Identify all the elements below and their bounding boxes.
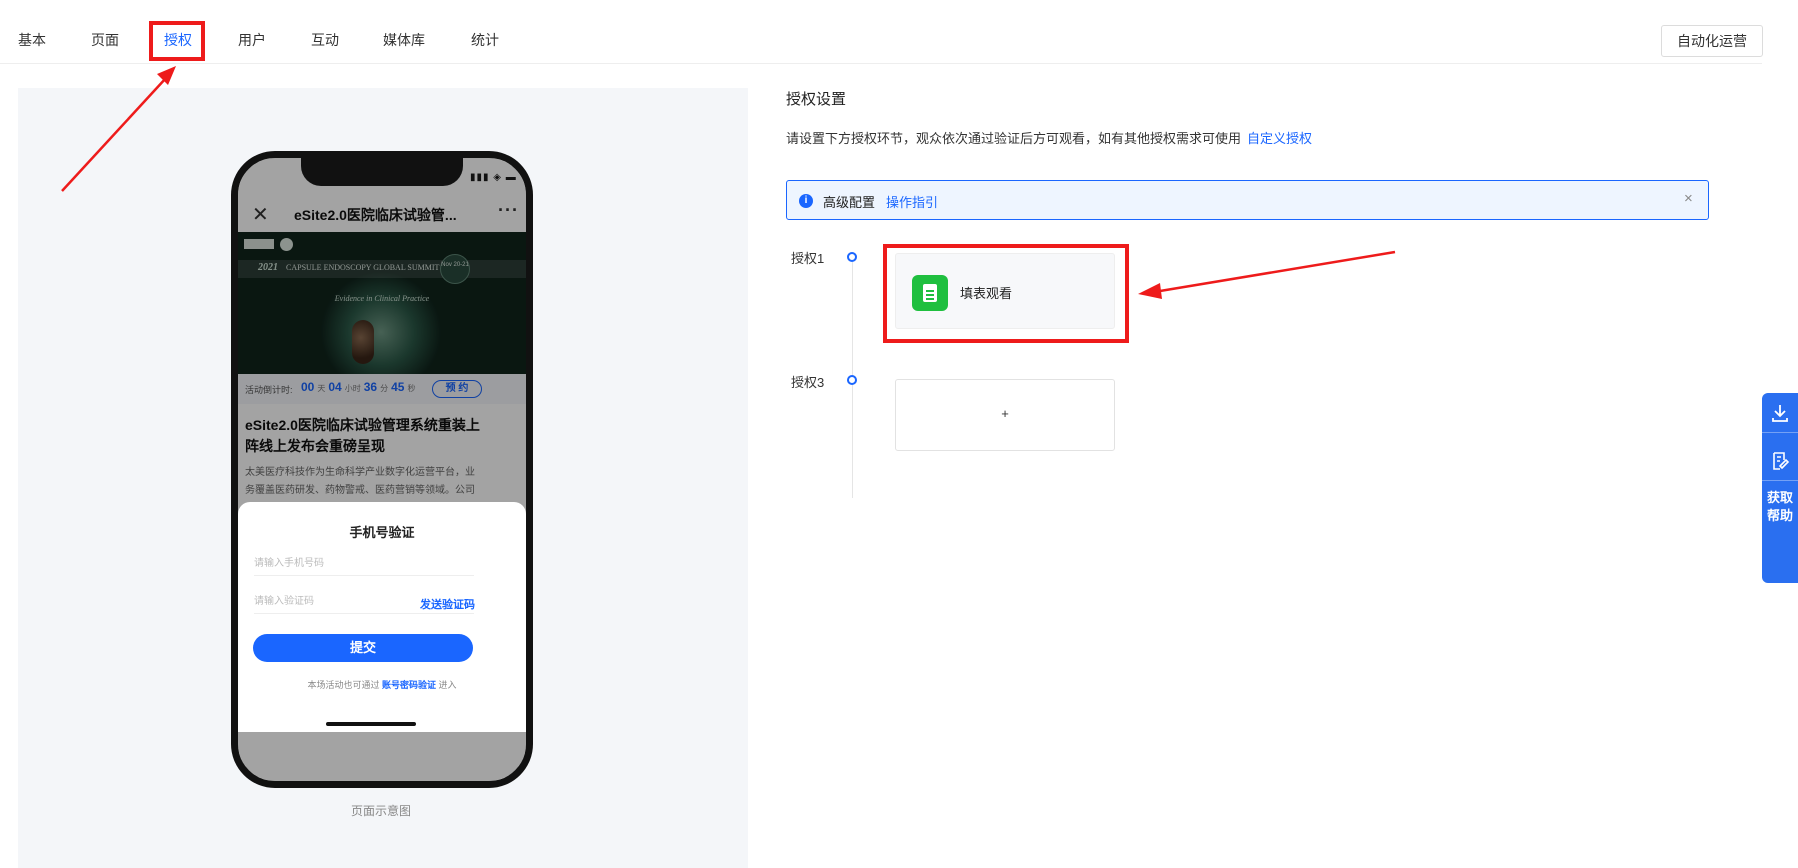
- alt-login-note: 本场活动也可通过 账号密码验证 进入: [307, 680, 457, 690]
- countdown-bar: 活动倒计时: 00 天 04 小时 36 分 45 秒 预 约: [238, 374, 526, 404]
- notice-text: 高级配置: [823, 195, 876, 210]
- plus-icon: +: [1001, 406, 1009, 421]
- guide-link[interactable]: 操作指引: [886, 192, 938, 211]
- send-code-button[interactable]: 发送验证码: [420, 596, 475, 612]
- tab-stats[interactable]: 统计: [471, 28, 499, 52]
- download-icon: [1772, 405, 1788, 422]
- auth-settings-title: 授权设置: [786, 91, 847, 108]
- phone-nav-bar: ✕ eSite2.0医院临床试验管... ···: [238, 196, 526, 232]
- card-highlight-box: [883, 244, 1129, 343]
- phone-notch: [301, 158, 463, 186]
- banner-year: 2021: [258, 262, 278, 273]
- verify-title: 手机号验证: [349, 525, 415, 540]
- home-indicator: [326, 722, 416, 726]
- auth-description: 请设置下方授权环节，观众依次通过验证后方可观看，如有其他授权需求可使用 自定义授权: [786, 131, 1313, 146]
- reserve-button[interactable]: 预 约: [432, 380, 482, 398]
- tab-media-library[interactable]: 媒体库: [383, 28, 425, 52]
- phone-number-input[interactable]: 请输入手机号码: [254, 552, 474, 576]
- preview-panel: ▮▮▮ ◈ ▬ ✕ eSite2.0医院临床试验管... ··· 2021 CA…: [18, 88, 748, 868]
- floating-help-panel: 获取帮助: [1762, 393, 1798, 583]
- automation-button[interactable]: 自动化运营: [1661, 25, 1763, 57]
- sponsor-logo: [244, 239, 274, 249]
- banner-date-badge: Nov 20-21: [440, 254, 470, 284]
- page: 基本 页面 授权 用户 互动 媒体库 统计 自动化运营 ▮▮▮ ◈ ▬ ✕ eS…: [0, 0, 1798, 868]
- close-icon: ✕: [252, 204, 269, 226]
- status-icons: ▮▮▮ ◈ ▬: [470, 172, 517, 183]
- tab-basic[interactable]: 基本: [18, 28, 46, 52]
- tab-users[interactable]: 用户: [238, 28, 266, 52]
- account-password-link[interactable]: 账号密码验证: [382, 680, 436, 690]
- countdown-values: 00 天 04 小时 36 分 45 秒: [301, 380, 416, 394]
- countdown-label: 活动倒计时:: [245, 385, 293, 395]
- tab-page[interactable]: 页面: [91, 28, 119, 52]
- banner-summit-title: CAPSULE ENDOSCOPY GLOBAL SUMMIT: [286, 263, 440, 272]
- phone-nav-title: eSite2.0医院临床试验管...: [294, 207, 457, 223]
- step-dot-3: [847, 375, 857, 385]
- info-icon: i: [799, 194, 813, 208]
- step-label-1: 授权1: [791, 251, 825, 266]
- feedback-button[interactable]: [1762, 441, 1798, 481]
- capsule-image: [352, 320, 374, 364]
- event-description: 太美医疗科技作为生命科学产业数字化运营平台，业务覆盖医药研发、药物警戒、医药营销…: [245, 467, 475, 496]
- step-dot-1: [847, 252, 857, 262]
- banner-tagline: Evidence in Clinical Practice: [334, 294, 430, 303]
- arrow-to-card: [1138, 250, 1396, 299]
- tab-interaction[interactable]: 互动: [311, 28, 339, 52]
- event-banner: 2021 CAPSULE ENDOSCOPY GLOBAL SUMMIT Nov…: [238, 232, 526, 374]
- edit-doc-icon: [1773, 452, 1790, 470]
- download-button[interactable]: [1762, 393, 1798, 433]
- advanced-config-notice: i 高级配置 操作指引 ×: [786, 180, 1709, 220]
- submit-button[interactable]: 提交: [253, 634, 473, 662]
- sponsor-logo-round: [280, 238, 293, 251]
- custom-auth-link[interactable]: 自定义授权: [1247, 131, 1312, 146]
- get-help-button[interactable]: 获取帮助: [1762, 489, 1798, 525]
- tab-highlight-box: [149, 21, 205, 61]
- add-auth-card[interactable]: +: [895, 379, 1115, 451]
- phone-mockup: ▮▮▮ ◈ ▬ ✕ eSite2.0医院临床试验管... ··· 2021 CA…: [231, 151, 533, 788]
- close-icon[interactable]: ×: [1684, 190, 1693, 207]
- event-headline: eSite2.0医院临床试验管理系统重装上阵线上发布会重磅呈现: [245, 417, 480, 454]
- top-tab-bar: 基本 页面 授权 用户 互动 媒体库 统计 自动化运营: [0, 0, 1763, 64]
- step-label-3: 授权3: [791, 375, 825, 390]
- phone-verify-sheet: 手机号验证 请输入手机号码 请输入验证码 发送验证码 提交 本场活动也可通过 账…: [238, 502, 526, 732]
- preview-caption: 页面示意图: [350, 804, 411, 818]
- more-icon: ···: [498, 200, 519, 220]
